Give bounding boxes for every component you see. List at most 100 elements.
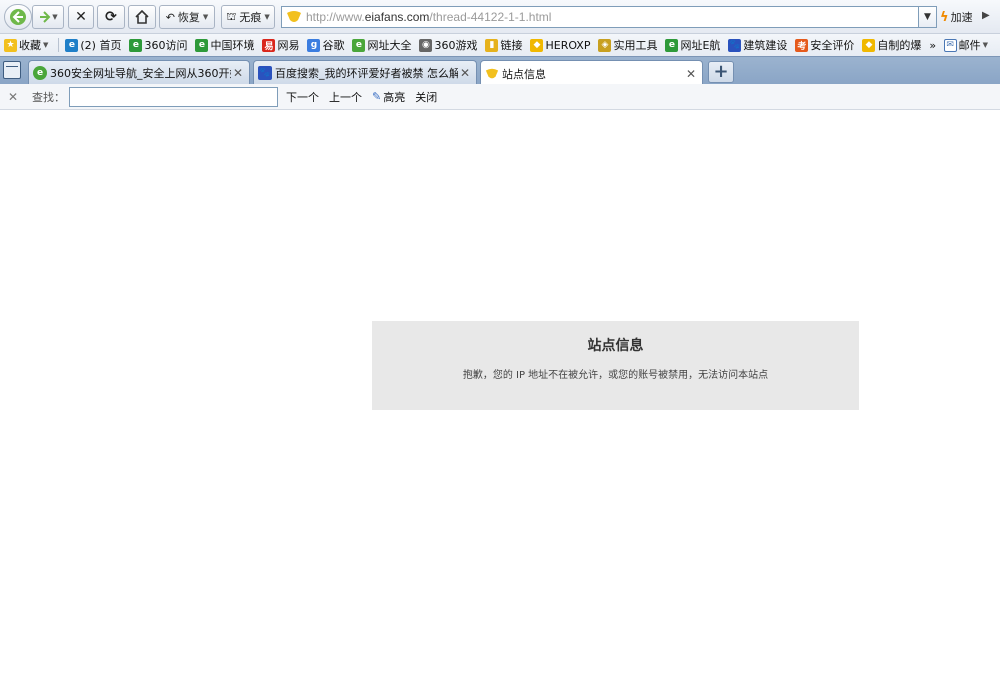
shield-icon: ◆ [862,38,876,52]
bookmark-item[interactable]: ◉ 360游戏 [419,37,477,53]
tab-site-info[interactable]: 站点信息 ✕ [480,60,703,86]
forward-button[interactable]: ▼ [32,5,64,29]
tool-icon: ◈ [598,38,612,52]
message-title: 站点信息 [587,338,644,354]
bookmark-label: 网址E航 [680,39,721,52]
speedup-label: 加速 [950,11,973,24]
bookmark-item[interactable]: ▮ 链接 [485,37,522,53]
baidu-icon: 🐾 [258,66,272,80]
netease-icon: 易 [262,38,276,52]
new-tab-button[interactable]: + [708,61,734,83]
tab-baidu-search[interactable]: 🐾 百度搜索_我的环评爱好者被禁 怎么解 ✕ [253,60,477,85]
ie-icon: e [195,38,209,52]
highlight-button[interactable]: ✎ 高亮 [372,89,405,105]
bookmark-item[interactable]: e 360访问 [129,37,187,53]
no-trace-button[interactable]: ⛫ 无痕 ▼ [221,5,275,29]
bookmark-item[interactable]: 易网易 [262,37,299,53]
bookmark-label: 360游戏 [434,39,478,52]
find-next-button[interactable]: 下一个 [286,89,319,105]
bookmark-label: 建筑建设 [743,39,788,52]
bookmark-list: e (2) 首页 e 360访问 e 中国环境易网易 g 谷歌 e 网址大全 ◉ 360游戏 ▮ 链接 ◆ H… [65,37,929,53]
tab-title: 360安全网址导航_安全上网从360开始 [50,67,231,80]
close-icon[interactable]: ✕ [684,67,698,81]
shield-icon: ◆ [530,38,544,52]
mail-icon: ✉ [943,38,957,52]
no-trace-label: 无痕 [239,11,262,24]
browser-toolbar: ▼ ✕ ⟳ ↶ 恢复 ▼ ⛫ 无痕 ▼ http://www.eiafans.c… [0,0,1000,34]
bookmark-item[interactable]: e 中国环境 [195,37,254,53]
mail-bookmark[interactable]: ✉ 邮件 ▼ [943,37,988,53]
baidu-icon: 🐾 [728,38,742,52]
restore-label: 恢复 [177,11,200,24]
360-icon: e [352,38,366,52]
bookmark-item[interactable]: 考安全评价 [795,37,854,53]
tab-360-navigation[interactable]: e 360安全网址导航_安全上网从360开始 ✕ [28,60,250,85]
tab-strip: e 360安全网址导航_安全上网从360开始 ✕ 🐾 百度搜索_我的环评爱好者被… [0,56,1000,86]
restore-button[interactable]: ↶ 恢复 ▼ [159,5,215,29]
bookmark-label: 网址大全 [367,39,412,52]
chevron-down-icon: ▼ [52,13,58,21]
more-tools-arrow-icon[interactable]: ▶ [982,10,990,21]
bookmark-item[interactable]: g 谷歌 [307,37,344,53]
address-dropdown-button[interactable]: ▼ [919,6,937,28]
highlight-label: 高亮 [383,90,406,104]
close-icon: ✕ [75,9,87,25]
chevron-down-icon: ▼ [43,41,49,49]
ie-icon: e [665,38,679,52]
highlighter-icon: ✎ [372,90,382,103]
home-button[interactable] [128,5,156,29]
undo-icon: ↶ [165,10,175,24]
back-button[interactable] [4,4,32,30]
plus-icon: + [713,61,729,82]
bookmark-label: 自制的爆 [877,39,922,52]
stop-button[interactable]: ✕ [68,5,94,29]
find-close-icon[interactable]: ✕ [6,90,20,104]
security-shield-icon [287,11,301,22]
bookmark-item[interactable]: ◆ HEROXP [530,38,590,52]
incognito-icon: ⛫ [226,9,237,23]
sidebar-toggle-button[interactable] [3,61,21,79]
browser-icon: e [65,38,79,52]
address-bar[interactable]: http://www.eiafans.com/thread-44122-1-1.… [281,6,919,28]
bookmark-item[interactable]: e 网址大全 [352,37,411,53]
bookmark-item[interactable]: e 网址E航 [665,37,720,53]
find-label: 查找： [32,90,65,104]
bookmark-item[interactable]: e (2) 首页 [65,37,121,53]
bookmarks-bar: ★ 收藏 ▼ e (2) 首页 e 360访问 e 中国环境易网易 g 谷歌 e 网址大全 ◉ 360… [0,34,1000,56]
bookmarks-overflow-button[interactable]: » [929,39,936,52]
bookmark-item[interactable]: 🐾 建筑建设 [728,37,787,53]
bookmark-label: (2) 首页 [80,39,122,52]
star-folder-icon: ★ [4,38,17,52]
find-input[interactable] [69,86,278,107]
flag-icon: 考 [795,38,809,52]
ie-icon: e [129,38,143,52]
find-close-button[interactable]: 关闭 [415,89,437,105]
close-icon[interactable]: ✕ [458,66,472,80]
favorites-menu[interactable]: ★ 收藏 ▼ [4,37,48,53]
forward-arrow-icon [40,11,51,23]
favorites-label: 收藏 [19,39,41,52]
bookmark-label: 实用工具 [613,39,658,52]
gamepad-icon: ◉ [419,38,433,52]
find-prev-button[interactable]: 上一个 [329,89,362,105]
chevron-down-icon: ▼ [982,41,988,49]
message-body: 抱歉，您的 IP 地址不在被允许，或您的账号被禁用，无法访问本站点 [462,370,769,381]
tab-title: 站点信息 [502,67,546,81]
bookmark-label: 360访问 [144,39,188,52]
find-bar: ✕ 查找： 下一个 上一个 ✎ 高亮 关闭 [0,84,1000,110]
lightning-icon: ϟ [940,9,949,25]
bookmark-item[interactable]: ◆ 自制的爆 [862,37,921,53]
close-icon[interactable]: ✕ [231,66,245,80]
divider [58,38,60,52]
speedup-button[interactable]: ϟ 加速 [940,6,978,28]
tab-title: 百度搜索_我的环评爱好者被禁 怎么解 [275,67,458,80]
folder-icon: ▮ [485,38,499,52]
refresh-button[interactable]: ⟳ [97,5,125,29]
chevron-down-icon: ▼ [202,13,209,21]
bookmark-label: 安全评价 [810,39,855,52]
bookmark-label: 链接 [500,39,523,52]
chevron-down-icon: ▼ [264,13,270,21]
shield-icon [485,68,499,78]
bookmark-item[interactable]: ◈ 实用工具 [598,37,657,53]
url-text: http://www.eiafans.com/thread-44122-1-1.… [306,10,552,24]
